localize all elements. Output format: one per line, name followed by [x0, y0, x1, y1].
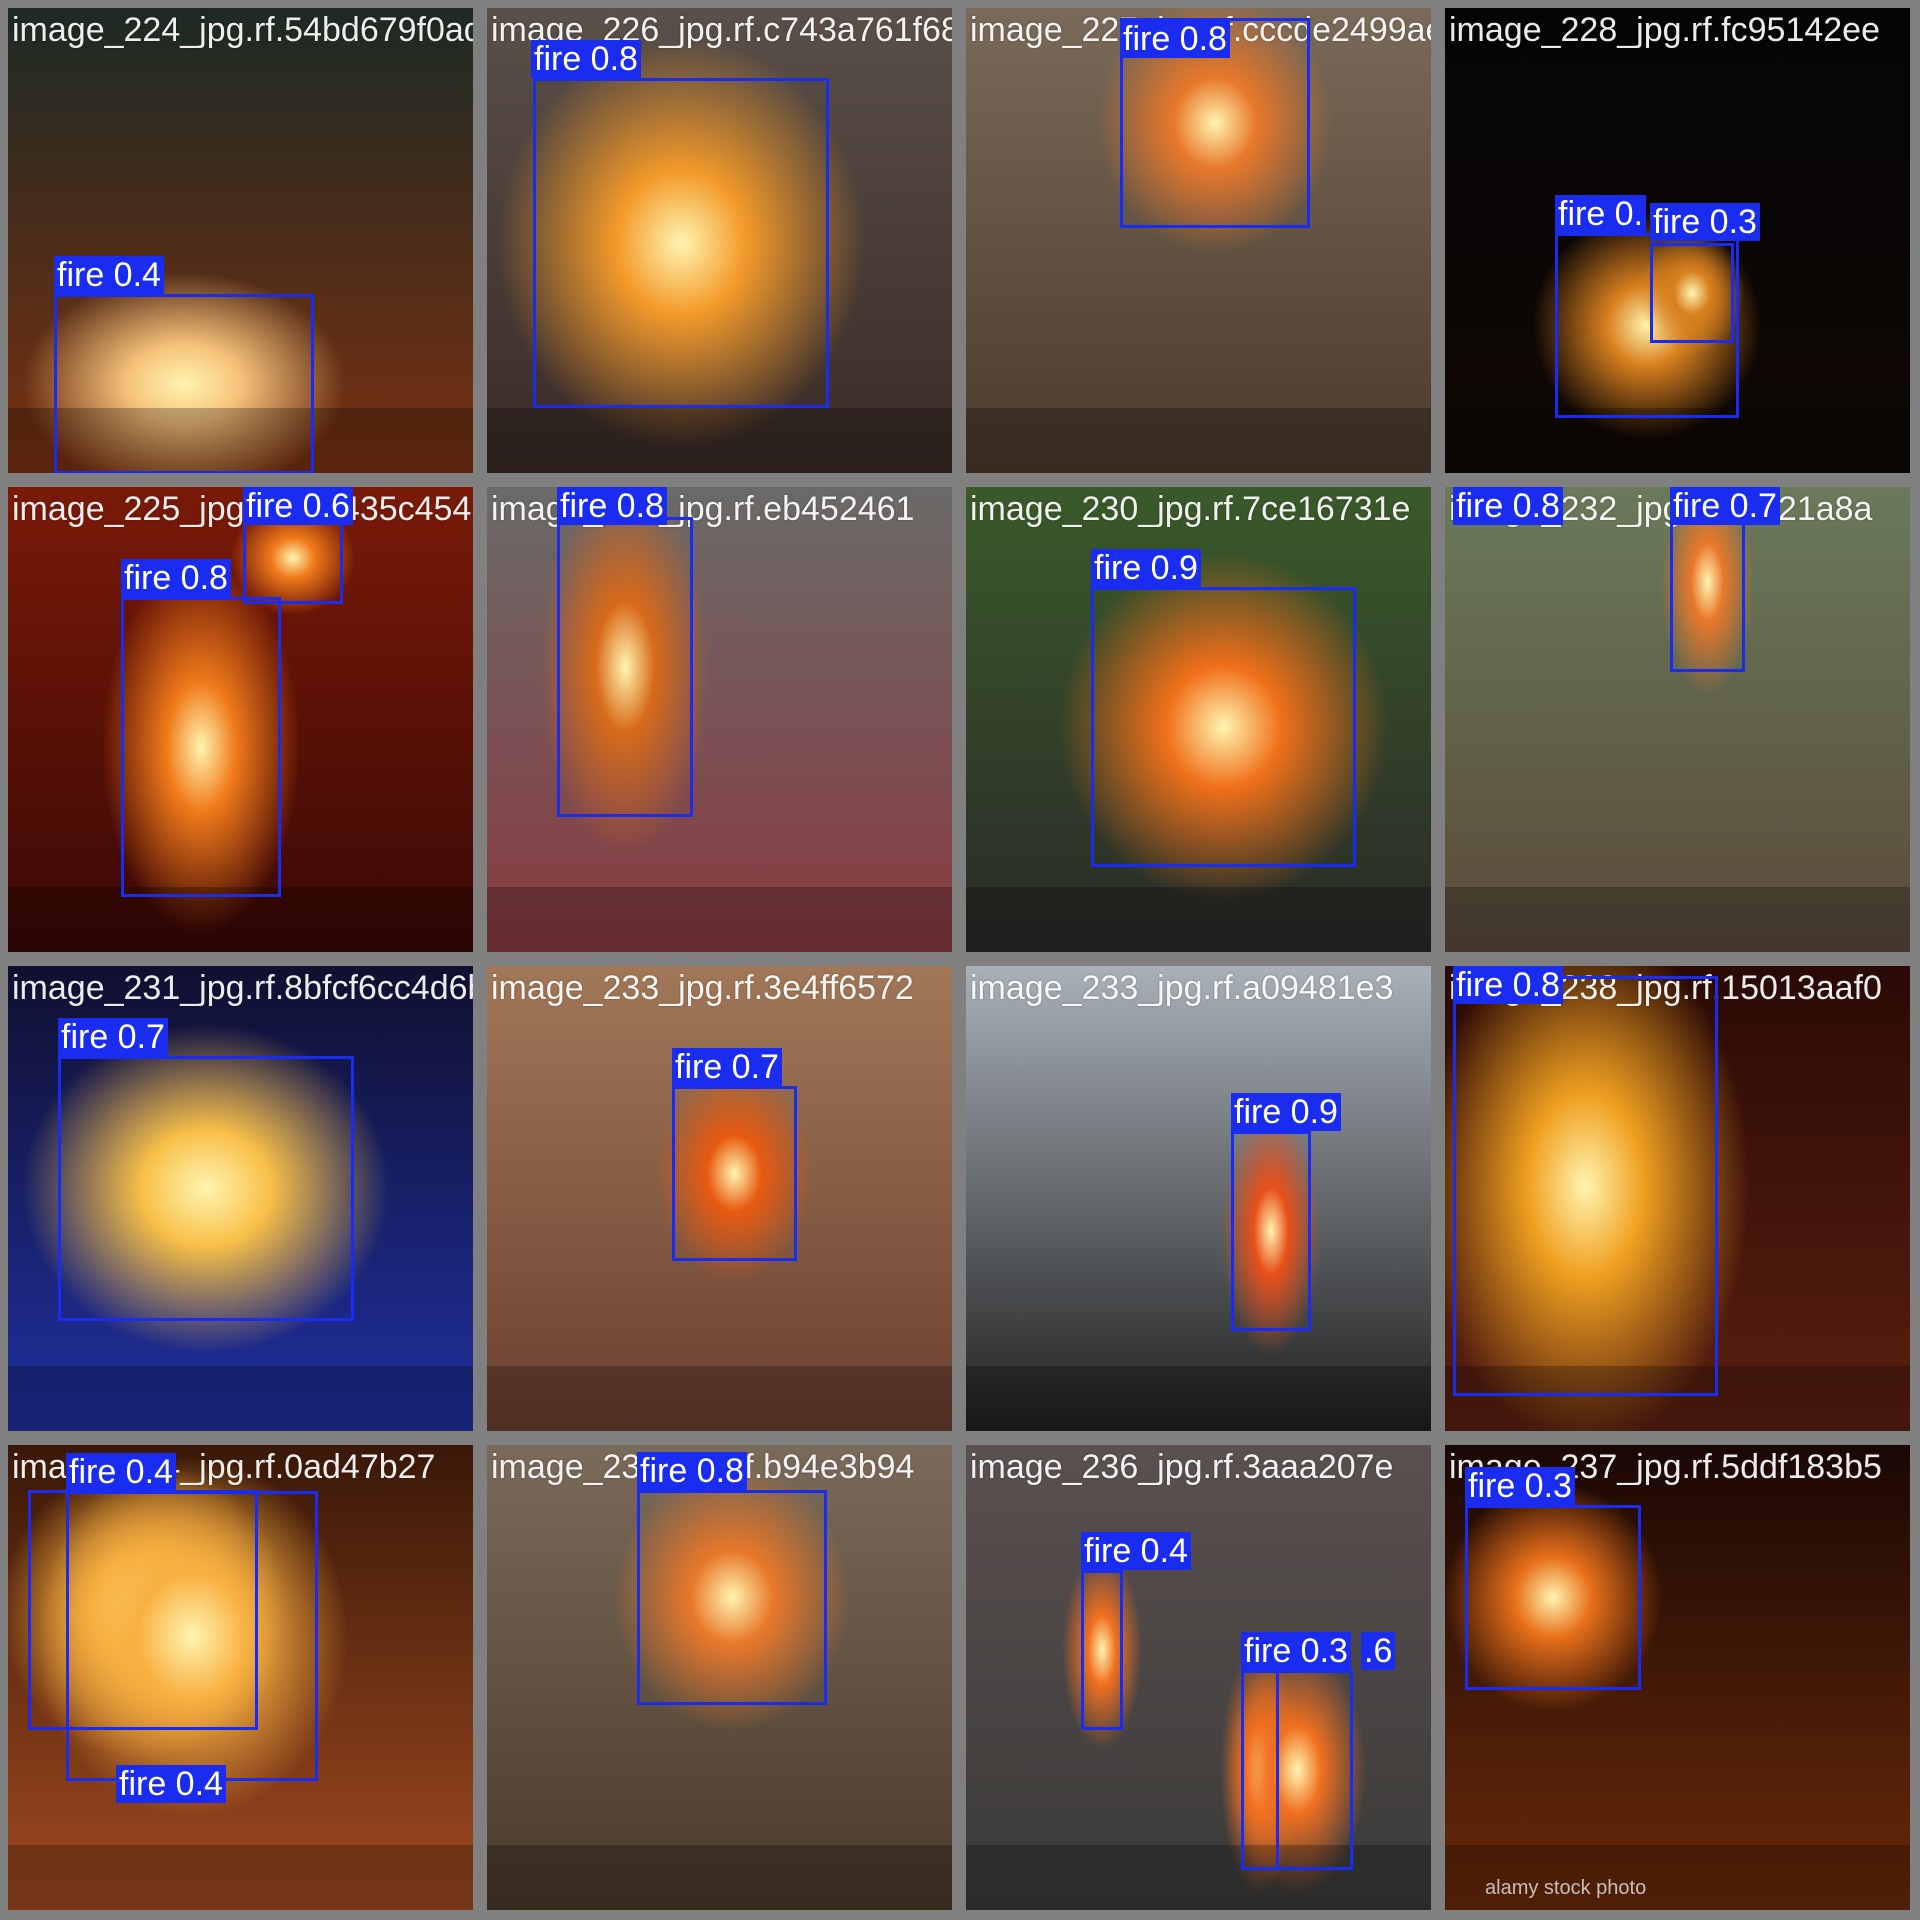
detection-label: fire 0.4: [54, 256, 164, 294]
fire-bounding-box: [637, 1490, 827, 1705]
stock-watermark: alamy stock photo: [1485, 1877, 1647, 1899]
detection-label: fire 0.4: [66, 1453, 176, 1491]
detection-label: fire 0.3: [1465, 1467, 1575, 1505]
detection-label: fire 0.7: [1670, 487, 1780, 525]
ground-strip: [8, 1845, 473, 1910]
jeep-fire-photo: [966, 1445, 1431, 1910]
detection-label: fire 0.3: [1650, 203, 1760, 241]
ground-strip: [487, 1366, 952, 1431]
detection-label: fire 0.9: [1231, 1093, 1341, 1131]
detection-tile: image_232_jpg.rf.08e21a8a fire 0.7 fire 0.…: [1445, 487, 1910, 952]
ground-strip: [487, 887, 952, 952]
detection-tile: image_233_jpg.rf.a09481e3fire 0.9: [966, 966, 1431, 1431]
ground-strip: [1445, 887, 1910, 952]
image-filename: image_228_jpg.rf.fc95142ee: [1449, 11, 1880, 49]
fire-bounding-box: [121, 597, 281, 897]
ground-strip: [487, 1845, 952, 1910]
detection-label: fire 0.3: [1241, 1632, 1351, 1670]
fire-bounding-box: [1091, 587, 1356, 867]
image-filename: image_233_jpg.rf.a09481e3: [970, 969, 1394, 1007]
fire-bounding-box: [533, 78, 829, 408]
detection-tile: image_237_jpg.rf.5ddf183b5 fire 0.3 alamy …: [1445, 1445, 1910, 1910]
fire-bounding-box: [1241, 1670, 1353, 1870]
ground-strip: [8, 1366, 473, 1431]
detection-label: fire 0.7: [672, 1048, 782, 1086]
detection-label: fire 0.4: [1081, 1532, 1191, 1570]
detection-tile: image_234_jpg.rf.0ad47b27 fire 0.4 fire 0.…: [8, 1445, 473, 1910]
ground-strip: [966, 1845, 1431, 1910]
detection-tile: image_235_jpg.rf.b94e3b94fire 0.8: [487, 1445, 952, 1910]
detection-label: fire 0.8: [1120, 20, 1230, 58]
detection-tile: image_236_jpg.rf.3aaa207efire 0.4 fire 0.…: [966, 1445, 1431, 1910]
image-filename: image_229_jpg.rf.eb452461: [491, 490, 915, 528]
detection-label: fire 0.4: [116, 1765, 226, 1803]
scene-background: [966, 966, 1431, 1431]
detection-mosaic: image_224_jpg.rf.54bd679f0ad7a26f4c5d7f9…: [0, 0, 1920, 1920]
detection-tile: image_227_jpg.rf.cccde2499ae65b3656fire …: [966, 8, 1431, 473]
detection-tile: image_238_jpg.rf.15013aaf0 fire 0.8: [1445, 966, 1910, 1431]
image-filename: image_233_jpg.rf.3e4ff6572: [491, 969, 914, 1007]
fire-bounding-box: [58, 1056, 354, 1321]
detection-label: fire 0.6: [243, 487, 353, 525]
street-car-fire-photo: [966, 966, 1431, 1431]
fire-bounding-box: [1650, 243, 1734, 343]
fire-bounding-box: [1081, 1570, 1123, 1730]
fire-bounding-box: [66, 1491, 318, 1781]
detection-label: .6: [1361, 1632, 1396, 1670]
image-filename: image_224_jpg.rf.54bd679f0ad7a26f4c5d7f9…: [12, 11, 473, 49]
fire-bounding-box: [557, 517, 693, 817]
ground-strip: [966, 408, 1431, 473]
image-filename: image_230_jpg.rf.7ce16731e: [970, 490, 1411, 528]
fire-bounding-box: [1231, 1131, 1311, 1331]
detection-tile: image_231_jpg.rf.8bfcf6cc4d6b2e1224f613r…: [8, 966, 473, 1431]
detection-label: fire 0.8: [121, 559, 231, 597]
fire-bounding-box: [54, 294, 314, 473]
detection-label: fire 0.8: [637, 1452, 747, 1490]
detection-tile: image_229_jpg.rf.eb452461 fire 0.8: [487, 487, 952, 952]
detection-tile: image_225_jpg.rf.0ee435c4548bafire 0.6fi…: [8, 487, 473, 952]
detection-tile: image_230_jpg.rf.7ce16731efire 0.9: [966, 487, 1431, 952]
detection-label: fire 0.: [1555, 195, 1647, 233]
ground-strip: [966, 887, 1431, 952]
image-filename: image_231_jpg.rf.8bfcf6cc4d6b2e1224f613r…: [12, 969, 473, 1007]
fire-bounding-box: [1465, 1505, 1641, 1690]
detection-label: fire 0.7: [58, 1018, 168, 1056]
detection-tile: image_224_jpg.rf.54bd679f0ad7a26f4c5d7f9…: [8, 8, 473, 473]
fire-bounding-box: [672, 1086, 797, 1261]
fire-bounding-box: [1453, 976, 1718, 1396]
fire-bounding-box: [243, 512, 343, 604]
ground-strip: [966, 1366, 1431, 1431]
detection-label: fire 0.9: [1091, 549, 1201, 587]
detection-tile: image_233_jpg.rf.3e4ff6572fire 0.7: [487, 966, 952, 1431]
detection-label: fire 0.8: [531, 40, 641, 78]
detection-label: fire 0.8: [1453, 966, 1563, 1004]
detection-label: fire 0.8: [557, 487, 667, 525]
image-filename: image_236_jpg.rf.3aaa207e: [970, 1448, 1394, 1486]
detection-tile: image_226_jpg.rf.c743a761f68ed287fire 0.…: [487, 8, 952, 473]
detection-label: fire 0.8: [1453, 487, 1563, 525]
detection-tile: image_228_jpg.rf.fc95142eefire 0. fire 0.…: [1445, 8, 1910, 473]
ground-strip: [487, 408, 952, 473]
scene-background: [966, 1445, 1431, 1910]
